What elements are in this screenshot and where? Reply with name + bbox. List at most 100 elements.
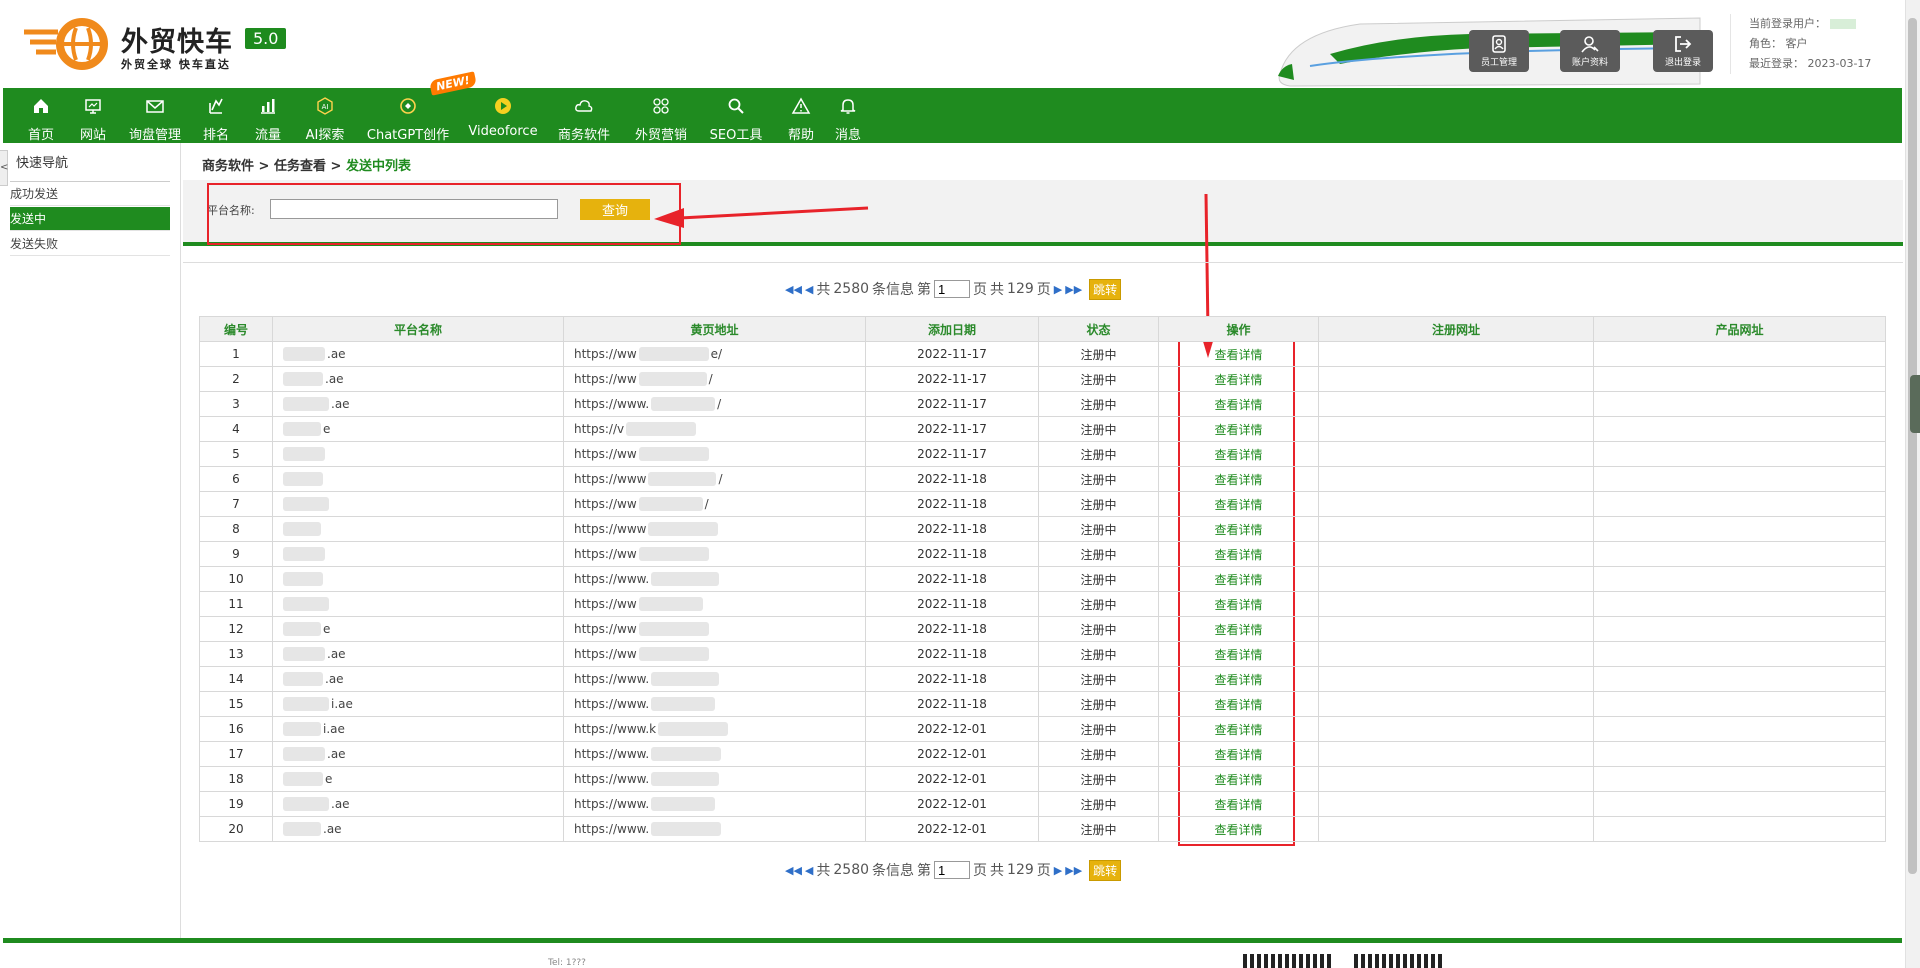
view-details-link[interactable]: 查看详情 bbox=[1214, 448, 1262, 462]
table-header-row: 编号 平台名称 黄页地址 添加日期 状态 操作 注册网址 产品网址 bbox=[199, 316, 1886, 342]
page-number-input[interactable] bbox=[934, 861, 971, 879]
role-row: 角色： 客户 bbox=[1749, 34, 1900, 54]
view-details-link[interactable]: 查看详情 bbox=[1214, 423, 1262, 437]
ranking-icon bbox=[198, 96, 234, 120]
yellowpage-url-text: https://www. bbox=[574, 771, 650, 786]
nav-item-9[interactable]: 外贸营销 bbox=[630, 88, 692, 143]
view-details-link[interactable]: 查看详情 bbox=[1214, 473, 1262, 487]
cell-action: 查看详情 bbox=[1158, 716, 1319, 742]
breadcrumb-business-software[interactable]: 商务软件 bbox=[202, 159, 254, 174]
view-details-link[interactable]: 查看详情 bbox=[1214, 748, 1262, 762]
nav-item-3[interactable]: 排名 bbox=[198, 88, 234, 143]
table-row: 15 i.ae https://www. 2022-11-18 注册中 查看详情 bbox=[199, 691, 1886, 717]
cell-action: 查看详情 bbox=[1158, 691, 1319, 717]
first-page-icon[interactable]: ◀◀ bbox=[785, 283, 802, 296]
nav-item-0[interactable]: 首页 bbox=[23, 88, 59, 143]
cell-add-date: 2022-12-01 bbox=[865, 716, 1039, 742]
cell-action: 查看详情 bbox=[1158, 441, 1319, 467]
view-details-link[interactable]: 查看详情 bbox=[1214, 373, 1262, 387]
cell-platform-name: i.ae bbox=[272, 716, 564, 742]
jump-button[interactable]: 跳转 bbox=[1089, 859, 1122, 881]
view-details-link[interactable]: 查看详情 bbox=[1214, 673, 1262, 687]
sidebar-item-sending[interactable]: 发送中 bbox=[10, 207, 170, 231]
cell-add-date: 2022-11-17 bbox=[865, 441, 1039, 467]
view-details-link[interactable]: 查看详情 bbox=[1214, 573, 1262, 587]
cell-register-url bbox=[1318, 716, 1594, 742]
scrollbar-thumb[interactable] bbox=[1908, 18, 1917, 874]
table-row: 20 .ae https://www. 2022-12-01 注册中 查看详情 bbox=[199, 816, 1886, 842]
sidebar-collapse-toggle[interactable]: < bbox=[0, 150, 8, 186]
redacted-mask bbox=[283, 672, 323, 687]
logout-button[interactable]: 退出登录 bbox=[1653, 30, 1713, 72]
view-details-link[interactable]: 查看详情 bbox=[1214, 498, 1262, 512]
cell-id: 18 bbox=[199, 766, 273, 792]
cell-status: 注册中 bbox=[1038, 391, 1159, 417]
cell-action: 查看详情 bbox=[1158, 666, 1319, 692]
staff-management-button[interactable]: 员工管理 bbox=[1469, 30, 1529, 72]
cell-register-url bbox=[1318, 441, 1594, 467]
view-details-link[interactable]: 查看详情 bbox=[1214, 598, 1262, 612]
nav-item-12[interactable]: 消息 bbox=[833, 88, 863, 143]
prev-page-icon[interactable]: ◀ bbox=[805, 283, 813, 296]
view-details-link[interactable]: 查看详情 bbox=[1214, 698, 1262, 712]
cell-register-url bbox=[1318, 591, 1594, 617]
nav-item-4[interactable]: 流量 bbox=[250, 88, 286, 143]
nav-item-11[interactable]: 帮助 bbox=[786, 88, 816, 143]
view-details-link[interactable]: 查看详情 bbox=[1214, 773, 1262, 787]
cell-id: 6 bbox=[199, 466, 273, 492]
nav-item-6[interactable]: ChatGPT创作 bbox=[363, 88, 453, 143]
cell-add-date: 2022-11-18 bbox=[865, 641, 1039, 667]
nav-item-2[interactable]: 询盘管理 bbox=[126, 88, 184, 143]
account-info-button[interactable]: 账户资料 bbox=[1560, 30, 1620, 72]
cell-product-url bbox=[1593, 766, 1886, 792]
nav-item-7[interactable]: Videoforce bbox=[468, 88, 538, 143]
next-page-icon[interactable]: ▶ bbox=[1054, 283, 1062, 296]
prev-page-icon[interactable]: ◀ bbox=[805, 864, 813, 877]
breadcrumb: 商务软件 > 任务查看 > 发送中列表 bbox=[202, 155, 411, 174]
redacted-mask bbox=[283, 522, 321, 537]
platform-name-text: .ae bbox=[323, 821, 342, 836]
view-details-link[interactable]: 查看详情 bbox=[1214, 648, 1262, 662]
view-details-link[interactable]: 查看详情 bbox=[1214, 823, 1262, 837]
next-page-icon[interactable]: ▶ bbox=[1054, 864, 1062, 877]
main-nav: 首页 网站 询盘管理 排名 流量 AI AI探索 ChatGPT创作 Videoforce 商务软… bbox=[3, 88, 1902, 143]
cell-add-date: 2022-11-18 bbox=[865, 691, 1039, 717]
page-number-input[interactable] bbox=[934, 280, 971, 298]
jump-button[interactable]: 跳转 bbox=[1089, 278, 1122, 300]
nav-item-label: ChatGPT创作 bbox=[366, 128, 450, 143]
cell-id: 3 bbox=[199, 391, 273, 417]
view-details-link[interactable]: 查看详情 bbox=[1214, 623, 1262, 637]
last-page-icon[interactable]: ▶▶ bbox=[1065, 864, 1082, 877]
view-details-link[interactable]: 查看详情 bbox=[1214, 523, 1262, 537]
nav-item-1[interactable]: 网站 bbox=[75, 88, 111, 143]
view-details-link[interactable]: 查看详情 bbox=[1214, 348, 1262, 362]
yellowpage-url-text: https://ww bbox=[574, 646, 637, 661]
last-page-icon[interactable]: ▶▶ bbox=[1065, 283, 1082, 296]
svg-text:AI: AI bbox=[322, 103, 329, 111]
chatgpt-icon bbox=[363, 96, 453, 120]
brand-slogan: 外贸全球 快车直达 bbox=[121, 58, 231, 71]
cell-add-date: 2022-12-01 bbox=[865, 816, 1039, 842]
sidebar-item-sent-success[interactable]: 成功发送 bbox=[10, 182, 170, 206]
redacted-mask bbox=[638, 347, 709, 362]
view-details-link[interactable]: 查看详情 bbox=[1214, 398, 1262, 412]
redacted-mask bbox=[638, 622, 709, 637]
yellowpage-url-text: https://www. bbox=[574, 571, 650, 586]
cell-product-url bbox=[1593, 491, 1886, 517]
nav-item-5[interactable]: AI AI探索 bbox=[300, 88, 350, 143]
pager-pages-count: 129 bbox=[1007, 281, 1034, 297]
view-details-link[interactable]: 查看详情 bbox=[1214, 723, 1262, 737]
sidebar-item-sent-failed[interactable]: 发送失败 bbox=[10, 232, 170, 256]
table-row: 1 .ae https://ww e/2022-11-17 注册中 查看详情 bbox=[199, 341, 1886, 367]
nav-item-label: SEO工具 bbox=[709, 128, 763, 143]
nav-item-10[interactable]: SEO工具 bbox=[705, 88, 767, 143]
cell-id: 2 bbox=[199, 366, 273, 392]
breadcrumb-task-view[interactable]: 任务查看 bbox=[274, 159, 326, 174]
view-details-link[interactable]: 查看详情 bbox=[1214, 548, 1262, 562]
view-details-link[interactable]: 查看详情 bbox=[1214, 798, 1262, 812]
cell-product-url bbox=[1593, 516, 1886, 542]
redacted-mask bbox=[626, 422, 697, 437]
side-float-widget[interactable] bbox=[1910, 375, 1920, 433]
nav-item-8[interactable]: 商务软件 bbox=[553, 88, 615, 143]
first-page-icon[interactable]: ◀◀ bbox=[785, 864, 802, 877]
